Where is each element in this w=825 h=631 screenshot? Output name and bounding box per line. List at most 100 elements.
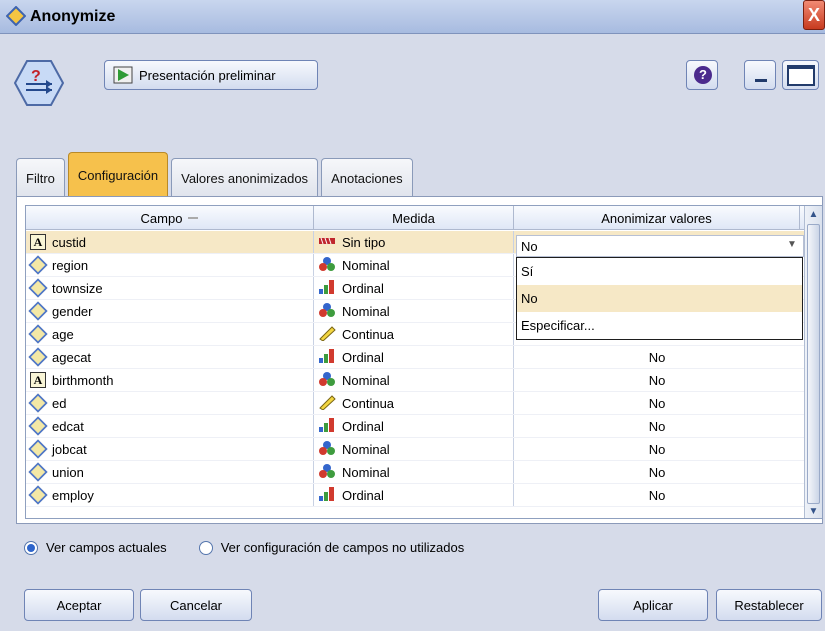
anonymize-value-cell[interactable]: No	[514, 415, 800, 437]
scroll-up-icon[interactable]: ▲	[807, 209, 820, 221]
anonymize-value-cell[interactable]: No	[514, 484, 800, 506]
ordinal-icon	[318, 279, 336, 298]
preview-icon	[113, 66, 133, 84]
field-name: townsize	[52, 280, 103, 296]
field-cell[interactable]: ed	[26, 392, 314, 414]
measure-label: Nominal	[342, 257, 390, 273]
measure-cell[interactable]: Ordinal	[314, 346, 514, 368]
measure-cell[interactable]: Nominal	[314, 461, 514, 483]
column-header-medida[interactable]: Medida	[314, 206, 514, 230]
field-name: edcat	[52, 418, 84, 434]
table-row[interactable]: employ Ordinal No	[26, 484, 806, 507]
diamond-field-icon	[28, 416, 48, 436]
table-row[interactable]: agecat Ordinal No	[26, 346, 806, 369]
measure-cell[interactable]: Continua	[314, 323, 514, 345]
measure-cell[interactable]: Nominal	[314, 254, 514, 276]
scroll-thumb[interactable]	[807, 224, 820, 504]
title-bar: Anonymize X	[0, 0, 825, 34]
tab-filtro[interactable]: Filtro	[16, 158, 65, 198]
tab-anotaciones[interactable]: Anotaciones	[321, 158, 413, 198]
close-button[interactable]: X	[803, 0, 825, 30]
anonymize-value-cell[interactable]: No	[514, 461, 800, 483]
diamond-field-icon	[28, 324, 48, 344]
measure-cell[interactable]: Ordinal	[314, 484, 514, 506]
field-cell[interactable]: edcat	[26, 415, 314, 437]
field-cell[interactable]: Abirthmonth	[26, 369, 314, 391]
diamond-field-icon	[28, 462, 48, 482]
sort-icon	[188, 217, 199, 219]
measure-cell[interactable]: Nominal	[314, 369, 514, 391]
field-cell[interactable]: age	[26, 323, 314, 345]
dropdown-selected-value: No	[521, 238, 538, 254]
maximize-button[interactable]	[782, 60, 819, 90]
field-cell[interactable]: jobcat	[26, 438, 314, 460]
anonymize-value-cell[interactable]: No	[514, 392, 800, 414]
nominal-icon	[318, 371, 336, 390]
radio-unused-fields-label: Ver configuración de campos no utilizado…	[220, 540, 465, 555]
typeless-icon	[318, 233, 336, 252]
measure-label: Ordinal	[342, 418, 384, 434]
radio-current-fields[interactable]	[24, 540, 38, 555]
table-row[interactable]: jobcat Nominal No	[26, 438, 806, 461]
measure-label: Nominal	[342, 464, 390, 480]
field-cell[interactable]: employ	[26, 484, 314, 506]
field-cell[interactable]: agecat	[26, 346, 314, 368]
vertical-scrollbar[interactable]: ▲ ▼	[804, 206, 822, 518]
measure-label: Sin tipo	[342, 234, 386, 250]
preview-button[interactable]: Presentación preliminar	[104, 60, 318, 90]
diamond-field-icon	[28, 393, 48, 413]
tab-configuracion[interactable]: Configuración	[67, 152, 169, 198]
measure-cell[interactable]: Sin tipo	[314, 231, 514, 253]
measure-cell[interactable]: Nominal	[314, 300, 514, 322]
minimize-button[interactable]	[744, 60, 776, 90]
cancel-button[interactable]: Cancelar	[140, 589, 252, 621]
scroll-down-icon[interactable]: ▼	[807, 506, 820, 518]
field-name: jobcat	[52, 441, 87, 457]
tab-valores-anonimizados[interactable]: Valores anonimizados	[171, 158, 319, 198]
field-cell[interactable]: union	[26, 461, 314, 483]
help-button[interactable]: ?	[686, 60, 718, 90]
text-field-icon: A	[30, 372, 46, 388]
table-row[interactable]: ed Continua No	[26, 392, 806, 415]
column-header-anonimizar[interactable]: Anonimizar valores	[514, 206, 800, 230]
dropdown-option-no[interactable]: No	[517, 285, 802, 312]
measure-cell[interactable]: Ordinal	[314, 277, 514, 299]
anonymize-value-cell[interactable]: No	[514, 369, 800, 391]
continuous-icon	[318, 394, 336, 413]
field-cell[interactable]: gender	[26, 300, 314, 322]
table-row[interactable]: Abirthmonth Nominal No	[26, 369, 806, 392]
measure-cell[interactable]: Ordinal	[314, 415, 514, 437]
field-name: union	[52, 464, 84, 480]
anonymize-value-cell[interactable]: No	[514, 438, 800, 460]
fields-grid: Campo Medida Anonimizar valores Acustid S…	[25, 205, 823, 519]
measure-label: Ordinal	[342, 487, 384, 503]
measure-label: Continua	[342, 395, 395, 411]
dropdown-option-especificar[interactable]: Especificar...	[517, 312, 802, 339]
settings-panel: Campo Medida Anonimizar valores Acustid S…	[16, 196, 823, 524]
chevron-down-icon[interactable]: ▼	[787, 239, 799, 253]
measure-cell[interactable]: Continua	[314, 392, 514, 414]
dropdown-option-si[interactable]: Sí	[517, 258, 802, 285]
nominal-icon	[318, 440, 336, 459]
field-cell[interactable]: Acustid	[26, 231, 314, 253]
column-header-campo[interactable]: Campo	[26, 206, 314, 230]
field-name: agecat	[52, 349, 92, 365]
svg-text:?: ?	[31, 68, 41, 85]
app-icon	[6, 6, 26, 26]
table-row[interactable]: edcat Ordinal No	[26, 415, 806, 438]
ok-button[interactable]: Aceptar	[24, 589, 134, 621]
grid-header: Campo Medida Anonimizar valores	[26, 206, 806, 230]
reset-button[interactable]: Restablecer	[716, 589, 822, 621]
table-row[interactable]: union Nominal No	[26, 461, 806, 484]
radio-unused-fields[interactable]	[198, 540, 213, 555]
apply-button[interactable]: Aplicar	[598, 589, 708, 621]
anonymize-value-dropdown[interactable]: No ▼	[516, 235, 804, 257]
dropdown-menu: Sí No Especificar...	[516, 257, 803, 340]
anonymize-value-cell[interactable]: No	[514, 346, 800, 368]
measure-label: Nominal	[342, 372, 390, 388]
measure-cell[interactable]: Nominal	[314, 438, 514, 460]
radio-current-fields-label: Ver campos actuales	[46, 540, 167, 555]
field-cell[interactable]: townsize	[26, 277, 314, 299]
maximize-icon	[787, 65, 815, 86]
field-cell[interactable]: region	[26, 254, 314, 276]
